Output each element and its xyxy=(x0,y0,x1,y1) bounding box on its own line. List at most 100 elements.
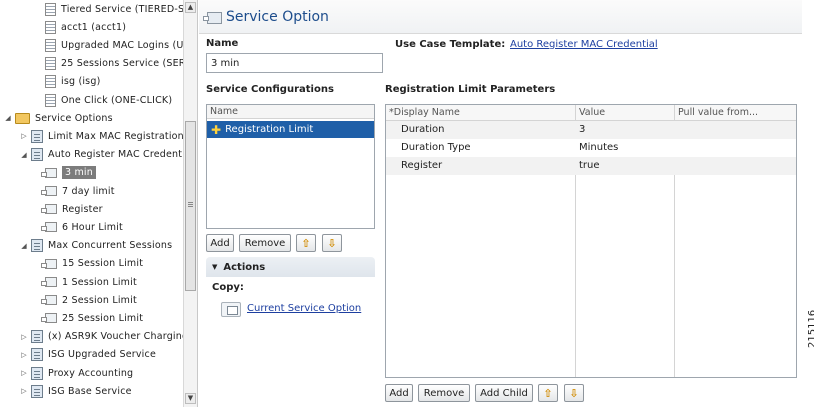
tree-item-label: Auto Register MAC Credentia xyxy=(48,149,192,161)
move-up-arrow-icon[interactable]: ⇧ xyxy=(296,234,316,252)
tree-item[interactable]: 6 Hour Limit xyxy=(33,218,123,236)
remove-parameter-button[interactable]: Remove xyxy=(418,384,470,402)
tree-item-label: One Click (ONE-CLICK) xyxy=(61,94,173,106)
folder-icon xyxy=(15,112,30,124)
tree-scrollbar[interactable]: ▲ ▼ xyxy=(183,0,197,407)
option-icon xyxy=(41,167,57,178)
list-icon xyxy=(45,38,56,52)
add-parameter-button[interactable]: Add xyxy=(385,384,413,402)
service-icon xyxy=(31,384,43,398)
tree-item[interactable]: 2 Session Limit xyxy=(33,291,137,309)
option-icon xyxy=(41,277,57,287)
name-input[interactable] xyxy=(206,53,383,73)
tree-item[interactable]: ◢ Auto Register MAC Credentia xyxy=(19,146,191,164)
add-config-button[interactable]: Add xyxy=(206,234,234,252)
expand-toggle-icon[interactable]: ◢ xyxy=(19,242,29,250)
tree-item-label: Service Options xyxy=(35,112,113,124)
tree-item[interactable]: ▷ Proxy Accounting xyxy=(19,364,133,382)
name-label: Name xyxy=(206,38,239,49)
collapse-triangle-icon: ▼ xyxy=(212,263,218,271)
expand-toggle-icon[interactable]: ▷ xyxy=(19,369,29,377)
tree-item[interactable]: 3 min xyxy=(33,164,96,182)
figure-id: 215116 xyxy=(807,309,814,348)
column-header-display-name[interactable]: *Display Name xyxy=(386,105,576,121)
scrollbar-thumb[interactable] xyxy=(185,121,196,291)
tree-item-label: 7 day limit xyxy=(62,185,115,197)
copy-current-service-option-link[interactable]: Current Service Option xyxy=(247,303,361,314)
move-down-arrow-icon[interactable]: ⇩ xyxy=(564,384,584,402)
tree-item-label: Upgraded MAC Logins (UP-M xyxy=(61,39,198,51)
tree-item[interactable]: ▷ (x) ASR9K Voucher Charging xyxy=(19,328,188,346)
param-value-cell[interactable]: 3 xyxy=(579,121,585,139)
service-configurations-title: Service Configurations xyxy=(206,84,334,95)
expand-toggle-icon[interactable]: ▷ xyxy=(19,333,29,341)
tree-item[interactable]: 15 Session Limit xyxy=(33,255,143,273)
tree-item-label: acct1 (acct1) xyxy=(61,21,127,33)
parameters-title: Registration Limit Parameters xyxy=(385,84,556,95)
param-value-cell[interactable]: true xyxy=(579,157,600,175)
option-icon xyxy=(41,222,57,233)
tree-item-label: Limit Max MAC Registrations xyxy=(48,130,190,142)
list-icon xyxy=(45,75,56,89)
list-icon xyxy=(45,2,56,16)
service-option-panel: Service Option Name Use Case Template: A… xyxy=(199,0,802,407)
tree-item[interactable]: 1 Session Limit xyxy=(33,273,137,291)
tree-item[interactable]: acct1 (acct1) xyxy=(33,18,126,36)
panel-header: Service Option xyxy=(199,0,802,34)
scroll-up-arrow-icon[interactable]: ▲ xyxy=(185,2,196,13)
actions-section-header[interactable]: ▼ Actions xyxy=(206,257,375,277)
expand-toggle-icon[interactable]: ▷ xyxy=(19,351,29,359)
copy-service-option-icon[interactable] xyxy=(221,302,241,317)
use-case-template-label: Use Case Template: xyxy=(395,39,506,50)
service-icon xyxy=(31,330,43,344)
tree-item[interactable]: ◢ Max Concurrent Sessions xyxy=(19,237,172,255)
tree-item-label: 15 Session Limit xyxy=(62,258,144,270)
service-icon xyxy=(31,239,43,253)
use-case-template-link[interactable]: Auto Register MAC Credential xyxy=(510,39,658,50)
tree-item-label: 3 min xyxy=(62,166,96,180)
move-up-arrow-icon[interactable]: ⇧ xyxy=(538,384,558,402)
service-icon xyxy=(31,148,43,162)
tree-item[interactable]: One Click (ONE-CLICK) xyxy=(33,91,172,109)
tree-item-label: isg (isg) xyxy=(61,76,101,88)
service-option-icon xyxy=(203,12,222,24)
param-name-cell: Register xyxy=(401,160,443,171)
list-item-registration-limit[interactable]: ✚ Registration Limit xyxy=(207,121,374,138)
tree-item[interactable]: ▷ ISG Base Service xyxy=(19,382,132,400)
param-name-cell: Duration xyxy=(401,124,445,135)
actions-title: Actions xyxy=(223,261,266,273)
tree-item-label: 1 Session Limit xyxy=(62,276,137,288)
expand-toggle-icon[interactable]: ◢ xyxy=(19,151,29,159)
expand-toggle-icon[interactable]: ▷ xyxy=(19,132,29,140)
scroll-down-arrow-icon[interactable]: ▼ xyxy=(185,393,196,404)
tree-item[interactable]: 25 Sessions Service (SERVIC xyxy=(33,55,197,73)
tree-item-label: ISG Upgraded Service xyxy=(48,349,156,361)
param-value-cell[interactable]: Minutes xyxy=(579,139,618,157)
option-icon xyxy=(41,313,57,324)
move-down-arrow-icon[interactable]: ⇩ xyxy=(322,234,342,252)
column-header-value[interactable]: Value xyxy=(576,105,675,121)
column-header-pull-value-from[interactable]: Pull value from... xyxy=(675,105,796,121)
tree-item-label: Proxy Accounting xyxy=(48,367,134,379)
tree-item[interactable]: 25 Session Limit xyxy=(33,309,143,327)
expand-toggle-icon[interactable]: ▷ xyxy=(19,387,29,395)
service-icon xyxy=(31,348,43,362)
expand-toggle-icon[interactable]: ◢ xyxy=(3,114,13,122)
tree-item-label: ISG Base Service xyxy=(48,385,132,397)
list-item-label: Registration Limit xyxy=(225,124,314,135)
tree-item[interactable]: Upgraded MAC Logins (UP-M xyxy=(33,36,198,54)
tree-item[interactable]: ▷ Limit Max MAC Registrations xyxy=(19,127,189,145)
tree-item[interactable]: Register xyxy=(33,200,103,218)
list-icon xyxy=(45,57,56,71)
tree-item[interactable]: 7 day limit xyxy=(33,182,115,200)
tree-item[interactable]: ◢ Service Options xyxy=(3,109,113,127)
tree-item-label: Register xyxy=(62,203,103,215)
column-header-name[interactable]: Name xyxy=(207,105,374,119)
tree-item-label: (x) ASR9K Voucher Charging xyxy=(48,331,189,343)
remove-config-button[interactable]: Remove xyxy=(239,234,291,252)
table-row[interactable] xyxy=(386,121,796,139)
tree-item[interactable]: isg (isg) xyxy=(33,73,100,91)
add-child-button[interactable]: Add Child xyxy=(475,384,533,402)
tree-item[interactable]: Tiered Service (TIERED-SERV xyxy=(33,0,197,18)
tree-item[interactable]: ▷ ISG Upgraded Service xyxy=(19,346,156,364)
